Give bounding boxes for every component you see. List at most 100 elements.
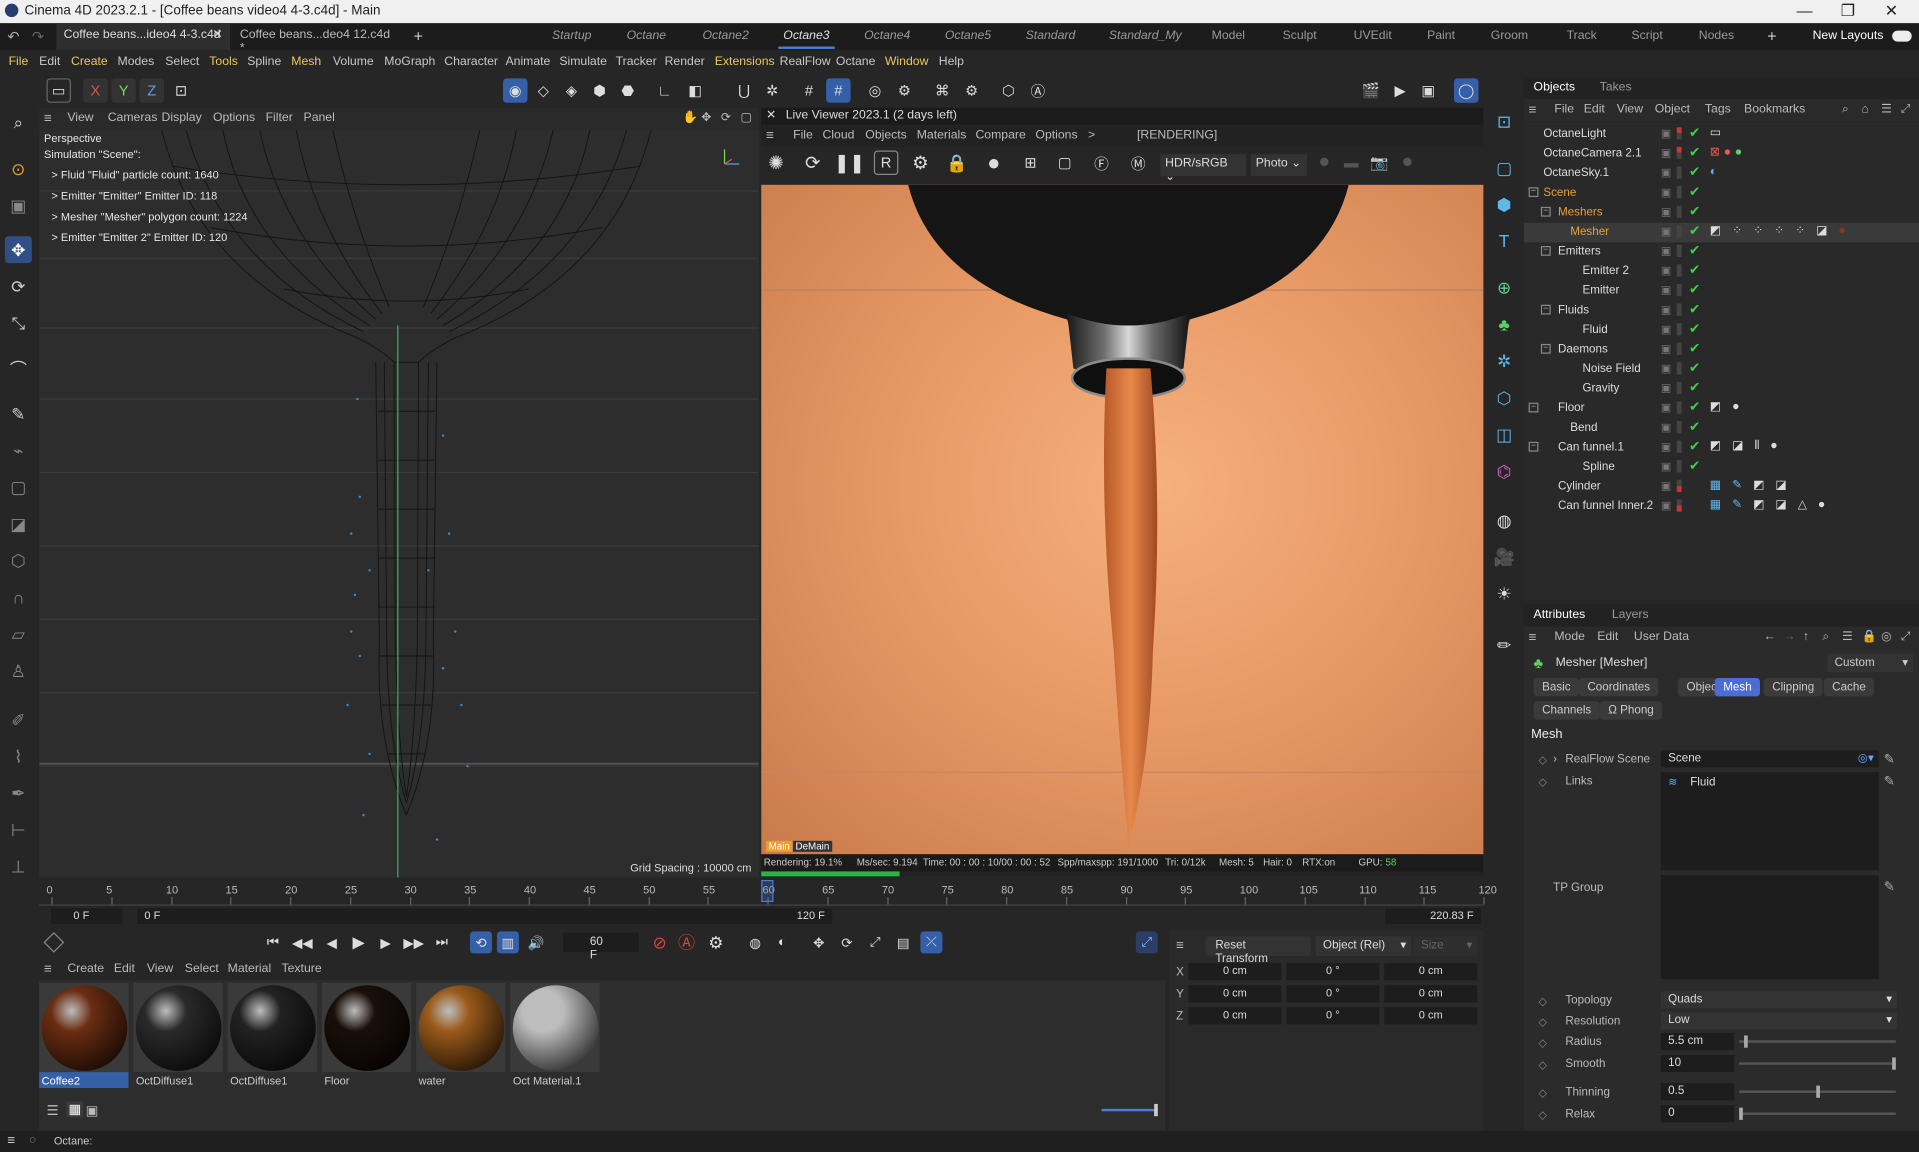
rotate-tool-icon[interactable]: ⟳ xyxy=(5,273,32,300)
pick-icon[interactable]: ✎ xyxy=(1884,879,1895,895)
enabled-check-icon[interactable]: ✔ xyxy=(1689,281,1700,298)
menu-octane[interactable]: Octane xyxy=(836,55,875,68)
enabled-check-icon[interactable]: ✔ xyxy=(1689,438,1700,454)
animate-diamond-icon[interactable]: ◇ xyxy=(1538,754,1546,767)
layout-paint[interactable]: Paint xyxy=(1427,29,1455,42)
live-selection-icon[interactable]: ⊙ xyxy=(5,155,32,182)
tag-icon[interactable]: ⬡ xyxy=(1491,384,1518,411)
render-to-picture-viewer-icon[interactable]: ▣ xyxy=(1416,78,1440,102)
motion-record-icon[interactable]: ◍ xyxy=(744,931,766,953)
minimize-button[interactable]: — xyxy=(1797,1,1813,19)
realflow-scene-field[interactable]: Scene ◎▾ xyxy=(1660,750,1879,768)
subtab-basic[interactable]: Basic xyxy=(1533,678,1580,697)
attr-menu-edit[interactable]: Edit xyxy=(1597,630,1618,643)
subtab-channels[interactable]: Channels xyxy=(1533,701,1600,720)
menu-window[interactable]: Window xyxy=(885,55,929,68)
layout-octane3[interactable]: Octane3 xyxy=(778,29,835,49)
enabled-check-icon[interactable]: ✔ xyxy=(1689,301,1700,317)
end-frame-field[interactable]: 220.83 F xyxy=(1385,908,1481,925)
viewport-hamburger-icon[interactable]: ≡ xyxy=(44,111,52,126)
menu-create[interactable]: Create xyxy=(71,55,108,68)
deformer-icon[interactable]: ✲ xyxy=(1491,348,1518,375)
viewport-move-icon[interactable]: ✥ xyxy=(701,111,711,124)
object-row-spline[interactable]: Spline ▣ ✔ xyxy=(1524,458,1919,478)
collapse-icon[interactable]: − xyxy=(1540,206,1551,217)
key-scale-icon[interactable]: ◐ xyxy=(771,931,793,953)
solo-icon[interactable]: ◧ xyxy=(683,78,707,102)
object-tags[interactable]: ◩ ◪ ⫴ ● xyxy=(1710,439,1782,452)
menu-modes[interactable]: Modes xyxy=(117,55,154,68)
prev-frame-icon[interactable]: ◀ xyxy=(321,931,343,953)
menu-edit[interactable]: Edit xyxy=(39,55,60,68)
visibility-icon[interactable]: ▣ xyxy=(1661,480,1671,493)
viewport-menu-filter[interactable]: Filter xyxy=(266,111,293,124)
snap-enable-icon[interactable]: # xyxy=(826,78,851,103)
scale-tool-icon[interactable]: ⤡ xyxy=(5,310,32,337)
object-row-daemons[interactable]: − Daemons ▣ ✔ xyxy=(1524,340,1919,360)
edges-mode-icon[interactable]: ◇ xyxy=(531,78,555,102)
workplane-icon[interactable]: ∟ xyxy=(652,78,676,102)
topology-select[interactable]: Quads ▾ xyxy=(1660,991,1898,1009)
scale-z-field[interactable]: 0 cm xyxy=(1384,1007,1478,1025)
viewport-menu-display[interactable]: Display xyxy=(162,111,202,124)
object-row-octanecamera[interactable]: OctaneCamera 2.1 ▣ ✔ ⊠●● xyxy=(1524,144,1919,164)
enabled-check-icon[interactable]: ✔ xyxy=(1689,242,1700,259)
object-row-gravity[interactable]: Gravity ▣ ✔ xyxy=(1524,379,1919,399)
new-tab-icon[interactable]: + xyxy=(414,27,423,45)
live-viewer-close-icon[interactable]: ✕ xyxy=(766,109,776,122)
material-floor[interactable]: Floor xyxy=(321,982,412,1088)
x-axis-toggle[interactable]: X xyxy=(83,78,108,103)
hud-line-2[interactable]: > Emitter "Emitter" Emitter ID: 118 xyxy=(51,190,217,202)
tab-takes[interactable]: Takes xyxy=(1600,81,1632,94)
collapse-icon[interactable]: − xyxy=(1528,402,1539,413)
maximize-button[interactable]: ❐ xyxy=(1841,1,1855,21)
links-item[interactable]: Fluid xyxy=(1690,776,1715,789)
coordinate-manager-icon[interactable]: ⤢ xyxy=(1135,931,1158,954)
material-water[interactable]: water xyxy=(416,982,506,1088)
viewport-menu-panel[interactable]: Panel xyxy=(304,111,335,124)
text-icon[interactable]: T xyxy=(1491,228,1518,255)
menu-tools[interactable]: Tools xyxy=(209,55,238,68)
go-end-icon[interactable]: ⏭ xyxy=(431,931,453,953)
playhead[interactable] xyxy=(761,879,774,903)
lv-add-region-icon[interactable]: ⊞ xyxy=(1018,151,1042,175)
lv-menu-objects[interactable]: Objects xyxy=(865,129,906,142)
measure-icon[interactable]: ⊥ xyxy=(5,853,32,880)
mat-menu-create[interactable]: Create xyxy=(67,962,104,975)
menu-select[interactable]: Select xyxy=(165,55,199,68)
timeline-ruler[interactable]: 0 5 10 15 20 25 30 35 40 45 50 55 60 65 70 75 80 85 90 95 10… xyxy=(39,877,1497,927)
object-tags[interactable]: ⊠●● xyxy=(1710,146,1746,159)
enabled-check-icon[interactable]: ✔ xyxy=(1689,399,1700,415)
menu-simulate[interactable]: Simulate xyxy=(559,55,607,68)
attr-menu-user-data[interactable]: User Data xyxy=(1634,630,1689,643)
attr-settings-icon[interactable]: ◎ xyxy=(1881,630,1892,643)
obj-sort-icon[interactable]: ☰ xyxy=(1881,103,1892,116)
visibility-icon[interactable]: ▣ xyxy=(1661,206,1671,219)
menu-tracker[interactable]: Tracker xyxy=(616,55,657,68)
visibility-icon[interactable]: ▣ xyxy=(1661,284,1671,297)
fps-mode-icon[interactable]: ▥ xyxy=(496,931,519,954)
visibility-icon[interactable]: ▣ xyxy=(1661,362,1671,375)
object-tags[interactable]: ▦ ✎ ◩ ◪ △ ● xyxy=(1710,498,1829,511)
object-row-can-funnel-inner[interactable]: Can funnel Inner.2 ▣ ▦ ✎ ◩ ◪ △ ● xyxy=(1524,497,1919,517)
menu-mograph[interactable]: MoGraph xyxy=(384,55,435,68)
obj-menu-file[interactable]: File xyxy=(1554,103,1574,116)
points-mode-icon[interactable]: ◉ xyxy=(503,78,528,103)
generator-icon[interactable]: ⊕ xyxy=(1491,274,1518,301)
search-icon[interactable]: ⌕ xyxy=(5,109,32,136)
object-row-meshers[interactable]: − Meshers ▣ ✔ xyxy=(1524,203,1919,223)
pan-hand-icon[interactable]: ✋ xyxy=(683,111,698,124)
subtab-mesh[interactable]: Mesh xyxy=(1714,678,1761,697)
obj-menu-bookmarks[interactable]: Bookmarks xyxy=(1744,103,1805,116)
lv-menu-more[interactable]: > xyxy=(1088,129,1095,142)
y-axis-toggle[interactable]: Y xyxy=(111,78,136,103)
layout-octane5[interactable]: Octane5 xyxy=(945,29,991,42)
visibility-icon[interactable]: ▣ xyxy=(1661,225,1671,238)
tab-objects[interactable]: Objects xyxy=(1534,81,1575,94)
arch-icon[interactable]: ∩ xyxy=(5,584,32,611)
preset-select[interactable]: Custom ▾ xyxy=(1827,653,1913,672)
pass-tag-main[interactable]: Main xyxy=(766,840,793,852)
scale-x-field[interactable]: 0 cm xyxy=(1384,963,1478,981)
restart-render-icon[interactable]: ⟳ xyxy=(800,151,824,175)
mat-menu-material[interactable]: Material xyxy=(228,962,272,975)
